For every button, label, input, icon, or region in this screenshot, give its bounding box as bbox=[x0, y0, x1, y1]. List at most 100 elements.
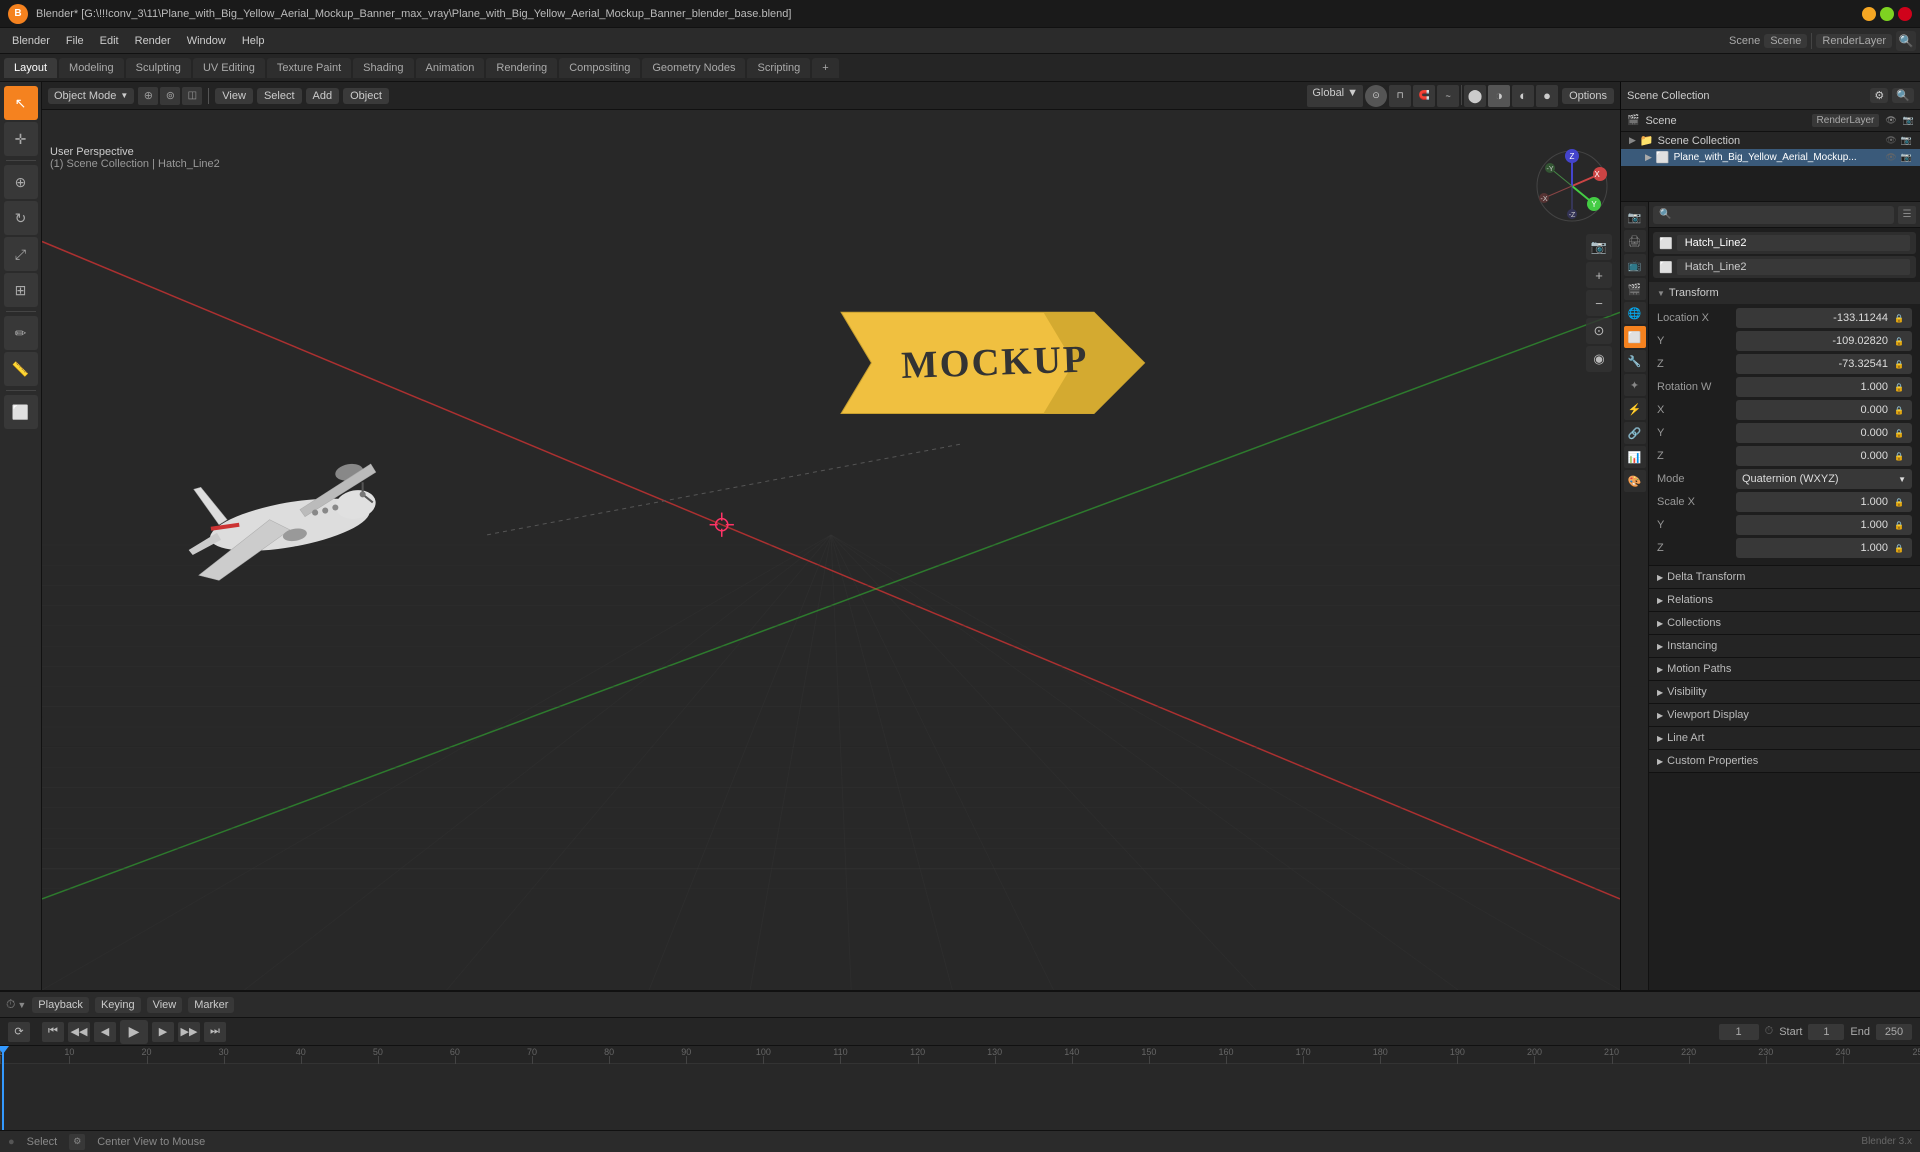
lock-sz-icon[interactable]: 🔒 bbox=[1894, 544, 1904, 553]
status-settings-icon[interactable]: ⚙ bbox=[69, 1134, 85, 1150]
prop-world-btn[interactable]: 🌐 bbox=[1624, 302, 1646, 324]
camera-view-btn[interactable]: 📷 bbox=[1586, 234, 1612, 260]
viewport-3d[interactable]: Object Mode ▼ ⊕ ⊚ ◫ View Select Add Obje… bbox=[42, 82, 1620, 990]
outliner-eye[interactable]: 👁 bbox=[1885, 115, 1896, 126]
lock-x-icon[interactable]: 🔒 bbox=[1894, 314, 1904, 323]
prop-material-btn[interactable]: 🎨 bbox=[1624, 470, 1646, 492]
tab-geometry-nodes[interactable]: Geometry Nodes bbox=[642, 58, 745, 78]
add-menu[interactable]: Add bbox=[306, 88, 340, 104]
measure-tool[interactable]: 📏 bbox=[4, 352, 38, 386]
viewport-canvas[interactable]: MOCKUP User Perspective (1) Scene Collec… bbox=[42, 110, 1620, 990]
zoom-out-btn[interactable]: − bbox=[1586, 290, 1612, 316]
solid-shading[interactable]: ⬤ bbox=[1464, 85, 1486, 107]
play-fwd-btn[interactable]: ▶ bbox=[152, 1022, 174, 1042]
prop-physics-btn[interactable]: ⚡ bbox=[1624, 398, 1646, 420]
zoom-in-btn[interactable]: + bbox=[1586, 262, 1612, 288]
lock-rx-icon[interactable]: 🔒 bbox=[1894, 406, 1904, 415]
lock-sy-icon[interactable]: 🔒 bbox=[1894, 521, 1904, 530]
tab-rendering[interactable]: Rendering bbox=[486, 58, 557, 78]
render-preview-btn[interactable]: ◉ bbox=[1586, 346, 1612, 372]
rotation-z-field[interactable]: 0.000 🔒 bbox=[1736, 446, 1912, 466]
jump-start-btn[interactable]: ⏮ bbox=[42, 1022, 64, 1042]
lock-rz-icon[interactable]: 🔒 bbox=[1894, 452, 1904, 461]
outliner-filter[interactable]: ⚙ bbox=[1870, 88, 1888, 103]
viewport-display-section[interactable]: ▶ Viewport Display bbox=[1649, 704, 1920, 727]
pivot-point-dropdown[interactable]: ⊙ bbox=[1365, 85, 1387, 107]
move-tool[interactable]: ⊕ bbox=[4, 165, 38, 199]
prop-output-btn[interactable]: 🖨 bbox=[1624, 230, 1646, 252]
eevee-shading[interactable]: ● bbox=[1536, 85, 1558, 107]
prop-scene-btn[interactable]: 🎬 bbox=[1624, 278, 1646, 300]
delta-transform-section[interactable]: ▶ Delta Transform bbox=[1649, 566, 1920, 589]
custom-properties-section[interactable]: ▶ Custom Properties bbox=[1649, 750, 1920, 773]
cursor-tool[interactable]: ✛ bbox=[4, 122, 38, 156]
collection-eye[interactable]: 👁 bbox=[1885, 135, 1896, 146]
obj-camera[interactable]: 📷 bbox=[1901, 152, 1912, 163]
render-layer-selector[interactable]: RenderLayer bbox=[1816, 34, 1892, 48]
marker-menu[interactable]: Marker bbox=[188, 997, 234, 1013]
transform-tool[interactable]: ⊞ bbox=[4, 273, 38, 307]
motion-paths-section[interactable]: ▶ Motion Paths bbox=[1649, 658, 1920, 681]
tab-shading[interactable]: Shading bbox=[353, 58, 413, 78]
outliner-camera[interactable]: 📷 bbox=[1903, 115, 1914, 126]
select-menu[interactable]: Select bbox=[257, 88, 302, 104]
menu-help[interactable]: Help bbox=[234, 33, 273, 49]
lock-ry-icon[interactable]: 🔒 bbox=[1894, 429, 1904, 438]
tab-layout[interactable]: Layout bbox=[4, 58, 57, 78]
tab-modeling[interactable]: Modeling bbox=[59, 58, 124, 78]
menu-blender[interactable]: Blender bbox=[4, 33, 58, 49]
show-gizmo-toggle[interactable]: ⊕ bbox=[138, 87, 158, 105]
select-tool[interactable]: ↖ bbox=[4, 86, 38, 120]
close-button[interactable] bbox=[1898, 7, 1912, 21]
rotate-tool[interactable]: ↻ bbox=[4, 201, 38, 235]
obj-eye[interactable]: 👁 bbox=[1885, 152, 1896, 163]
tab-animation[interactable]: Animation bbox=[416, 58, 485, 78]
tab-uv-editing[interactable]: UV Editing bbox=[193, 58, 265, 78]
tab-scripting[interactable]: Scripting bbox=[747, 58, 810, 78]
object-mode-dropdown[interactable]: Object Mode ▼ bbox=[48, 88, 134, 104]
snap-toggle[interactable]: 🧲 bbox=[1413, 85, 1435, 107]
location-x-field[interactable]: -133.11244 🔒 bbox=[1736, 308, 1912, 328]
collection-item[interactable]: ▶ 📁 Scene Collection 👁 📷 bbox=[1621, 132, 1920, 149]
play-btn[interactable]: ▶ bbox=[120, 1020, 148, 1044]
playhead[interactable] bbox=[2, 1046, 4, 1130]
lock-rw-icon[interactable]: 🔒 bbox=[1894, 383, 1904, 392]
playback-menu[interactable]: Playback bbox=[32, 997, 89, 1013]
location-z-field[interactable]: -73.32541 🔒 bbox=[1736, 354, 1912, 374]
tab-add[interactable]: + bbox=[812, 58, 838, 78]
search-button[interactable]: 🔍 bbox=[1896, 31, 1916, 51]
props-options-btn[interactable]: ☰ bbox=[1898, 206, 1916, 224]
prop-view-layer-btn[interactable]: 📺 bbox=[1624, 254, 1646, 276]
tab-texture-paint[interactable]: Texture Paint bbox=[267, 58, 351, 78]
prop-constraints-btn[interactable]: 🔗 bbox=[1624, 422, 1646, 444]
tab-sculpting[interactable]: Sculpting bbox=[126, 58, 191, 78]
step-back-btn[interactable]: ◀◀ bbox=[68, 1022, 90, 1042]
material-shading[interactable]: ◑ bbox=[1488, 85, 1510, 107]
prop-data-btn[interactable]: 📊 bbox=[1624, 446, 1646, 468]
navigation-gizmo[interactable]: X Y Z -X -Y bbox=[1532, 146, 1612, 226]
menu-edit[interactable]: Edit bbox=[92, 33, 127, 49]
current-frame-input[interactable]: 1 bbox=[1719, 1024, 1759, 1040]
prop-modifier-btn[interactable]: 🔧 bbox=[1624, 350, 1646, 372]
jump-end-btn[interactable]: ⏭ bbox=[204, 1022, 226, 1042]
object-name-input[interactable]: Hatch_Line2 bbox=[1677, 235, 1910, 251]
step-fwd-btn[interactable]: ▶▶ bbox=[178, 1022, 200, 1042]
annotate-tool[interactable]: ✏ bbox=[4, 316, 38, 350]
scale-z-field[interactable]: 1.000 🔒 bbox=[1736, 538, 1912, 558]
view-menu[interactable]: View bbox=[215, 88, 253, 104]
line-art-section[interactable]: ▶ Line Art bbox=[1649, 727, 1920, 750]
loop-toggle[interactable]: ⟳ bbox=[8, 1022, 30, 1042]
global-dropdown[interactable]: Global ▼ bbox=[1307, 85, 1363, 107]
render-layer-btn[interactable]: RenderLayer bbox=[1812, 114, 1880, 127]
rendered-shading[interactable]: ◐ bbox=[1512, 85, 1534, 107]
rotation-mode-select[interactable]: Quaternion (WXYZ) ▼ bbox=[1736, 469, 1912, 489]
end-frame-input[interactable]: 250 bbox=[1876, 1024, 1912, 1040]
props-search-wrapper[interactable]: 🔍 bbox=[1653, 206, 1894, 224]
add-cube-tool[interactable]: ⬜ bbox=[4, 395, 38, 429]
options-btn[interactable]: Options bbox=[1562, 88, 1614, 104]
xray-toggle[interactable]: ◫ bbox=[182, 87, 202, 105]
lock-y-icon[interactable]: 🔒 bbox=[1894, 337, 1904, 346]
collection-camera[interactable]: 📷 bbox=[1901, 135, 1912, 146]
outliner-search[interactable]: 🔍 bbox=[1892, 88, 1914, 103]
maximize-button[interactable] bbox=[1880, 7, 1894, 21]
